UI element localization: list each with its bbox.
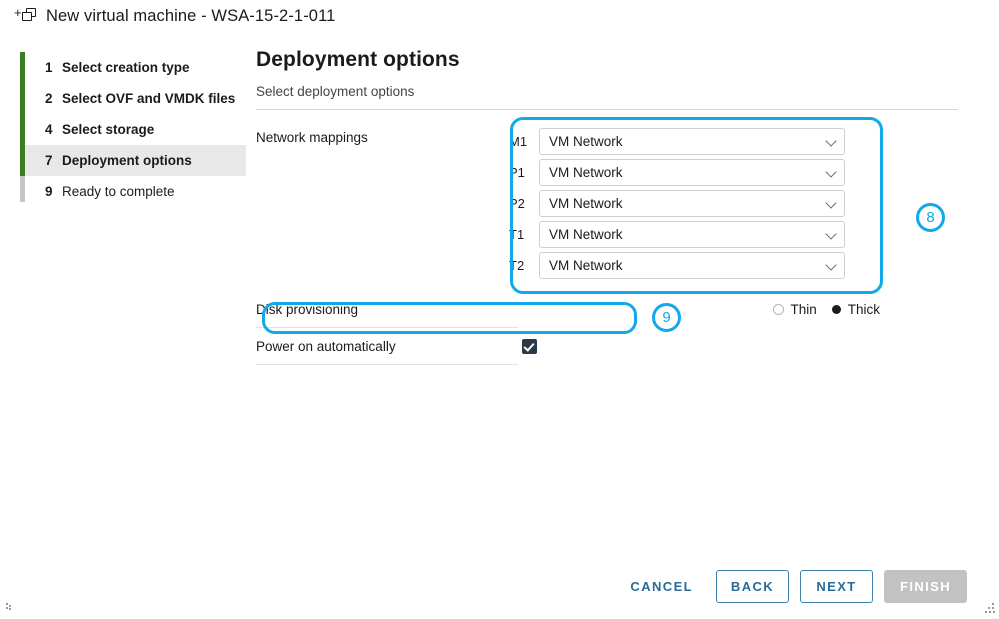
power-on-row: Power on automatically bbox=[256, 328, 958, 365]
resize-grip-bottom-right[interactable] bbox=[985, 603, 995, 613]
power-on-checkbox-cell bbox=[522, 339, 537, 354]
network-mapping-key: T1 bbox=[509, 227, 525, 242]
network-select-value: VM Network bbox=[549, 227, 623, 242]
chevron-down-icon bbox=[825, 258, 837, 271]
step-number: 7 bbox=[45, 153, 53, 168]
radio-thick[interactable]: Thick bbox=[831, 302, 880, 317]
deployment-options-form: Network mappings M1 VM Network P1 VM Net… bbox=[256, 126, 958, 365]
radio-thin[interactable]: Thin bbox=[773, 302, 817, 317]
network-mapping-key: T2 bbox=[509, 258, 525, 273]
network-select-t1[interactable]: VM Network bbox=[539, 221, 845, 248]
network-select-t2[interactable]: VM Network bbox=[539, 252, 845, 279]
disk-provisioning-row: Disk provisioning Thin Thick bbox=[256, 291, 958, 328]
sidebar-item-select-storage[interactable]: 4 Select storage bbox=[25, 114, 246, 145]
page-title: Deployment options bbox=[256, 48, 460, 71]
network-select-m1[interactable]: VM Network bbox=[539, 128, 845, 155]
step-label: Select OVF and VMDK files bbox=[62, 91, 236, 106]
network-select-value: VM Network bbox=[549, 258, 623, 273]
step-label: Deployment options bbox=[62, 153, 192, 168]
window-titlebar: + New virtual machine - WSA-15-2-1-011 bbox=[0, 0, 999, 33]
network-mappings-list: M1 VM Network P1 VM Network P2 VM Networ… bbox=[509, 126, 958, 281]
cancel-button[interactable]: CANCEL bbox=[618, 570, 705, 603]
wizard-dialog: + New virtual machine - WSA-15-2-1-011 1… bbox=[0, 0, 999, 619]
power-on-checkbox[interactable] bbox=[522, 339, 537, 354]
network-select-value: VM Network bbox=[549, 134, 623, 149]
radio-thick-label: Thick bbox=[847, 302, 880, 317]
network-mapping-item: P2 VM Network bbox=[509, 188, 958, 219]
step-number: 4 bbox=[45, 122, 53, 137]
network-mapping-item: P1 VM Network bbox=[509, 157, 958, 188]
resize-grip-bottom-left[interactable] bbox=[6, 603, 14, 611]
main-panel: Deployment options Select deployment opt… bbox=[256, 48, 958, 365]
disk-provisioning-radio-group: Thin Thick bbox=[518, 302, 890, 317]
network-mapping-key: M1 bbox=[509, 134, 528, 149]
back-button[interactable]: BACK bbox=[716, 569, 789, 603]
disk-provisioning-label: Disk provisioning bbox=[256, 301, 359, 317]
sidebar-item-deployment-options[interactable]: 7 Deployment options bbox=[25, 145, 246, 176]
sidebar-item-select-ovf-vmdk[interactable]: 2 Select OVF and VMDK files bbox=[25, 83, 246, 114]
vm-rect-front-icon bbox=[22, 11, 32, 21]
step-list: 1 Select creation type 2 Select OVF and … bbox=[25, 52, 246, 207]
radio-thin-dot bbox=[773, 304, 785, 315]
power-on-label: Power on automatically bbox=[256, 338, 396, 354]
step-label: Select creation type bbox=[62, 60, 190, 75]
chevron-down-icon bbox=[825, 134, 837, 147]
page-subtitle: Select deployment options bbox=[256, 84, 415, 99]
network-select-value: VM Network bbox=[549, 165, 623, 180]
step-number: 2 bbox=[45, 91, 53, 106]
sidebar-item-select-creation-type[interactable]: 1 Select creation type bbox=[25, 52, 246, 83]
network-select-p2[interactable]: VM Network bbox=[539, 190, 845, 217]
step-number: 1 bbox=[45, 60, 53, 75]
next-button[interactable]: NEXT bbox=[800, 569, 873, 603]
network-mapping-key: P2 bbox=[509, 196, 525, 211]
network-mapping-item: T1 VM Network bbox=[509, 219, 958, 250]
chevron-down-icon bbox=[825, 165, 837, 178]
annotation-marker-8: 8 bbox=[916, 203, 945, 232]
plus-icon: + bbox=[14, 4, 22, 20]
network-mappings-label: Network mappings bbox=[256, 130, 368, 145]
step-label: Ready to complete bbox=[62, 184, 175, 199]
radio-thin-label: Thin bbox=[790, 302, 817, 317]
disk-provisioning-label-cell: Disk provisioning bbox=[256, 291, 518, 328]
network-mapping-item: M1 VM Network bbox=[509, 126, 958, 157]
network-mapping-key: P1 bbox=[509, 165, 525, 180]
wizard-steps-sidebar: 1 Select creation type 2 Select OVF and … bbox=[20, 52, 246, 202]
network-select-p1[interactable]: VM Network bbox=[539, 159, 845, 186]
window-title: New virtual machine - WSA-15-2-1-011 bbox=[46, 7, 336, 25]
step-label: Select storage bbox=[62, 122, 155, 137]
network-select-value: VM Network bbox=[549, 196, 623, 211]
chevron-down-icon bbox=[825, 196, 837, 209]
power-on-label-cell: Power on automatically bbox=[256, 328, 518, 365]
annotation-marker-9: 9 bbox=[652, 303, 681, 332]
header-divider bbox=[256, 109, 958, 110]
sidebar-item-ready-to-complete[interactable]: 9 Ready to complete bbox=[25, 176, 246, 207]
chevron-down-icon bbox=[825, 227, 837, 240]
step-number: 9 bbox=[45, 184, 53, 199]
network-mapping-item: T2 VM Network bbox=[509, 250, 958, 281]
network-mappings-row: Network mappings M1 VM Network P1 VM Net… bbox=[256, 126, 958, 281]
finish-button: FINISH bbox=[884, 569, 967, 603]
radio-thick-dot bbox=[831, 305, 841, 314]
new-vm-icon: + bbox=[14, 6, 40, 28]
dialog-footer: CANCEL BACK NEXT FINISH bbox=[0, 568, 999, 604]
